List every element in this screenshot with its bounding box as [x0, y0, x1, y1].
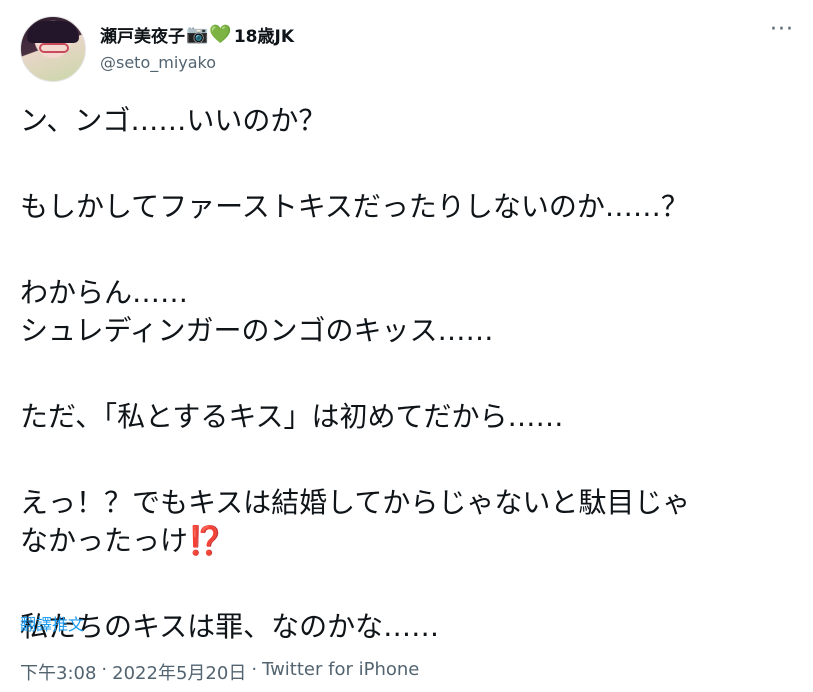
tweet-time[interactable]: 下午3:08: [20, 659, 96, 685]
author-display-name[interactable]: 瀬戸美夜子: [100, 22, 185, 47]
tweet-date[interactable]: 2022年5月20日: [112, 659, 246, 685]
tweet-source[interactable]: Twitter for iPhone: [262, 659, 419, 685]
tweet-line: なかったっけ⁉️: [20, 522, 790, 560]
tweet-meta: 下午3:08 · 2022年5月20日 · Twitter for iPhone: [20, 659, 419, 685]
translate-tweet-link[interactable]: 翻譯推文: [20, 611, 84, 635]
meta-separator: ·: [101, 659, 108, 680]
avatar-glasses: [39, 43, 69, 53]
tweet-line: ン、ンゴ……いいのか？: [20, 104, 327, 137]
author-badge-text: 18歳JK: [233, 27, 294, 47]
tweet-line: シュレディンガーのンゴのキッス……: [20, 314, 494, 347]
camera-icon: 📷: [186, 24, 209, 45]
tweet-line: もしかしてファーストキスだったりしないのか……？: [20, 190, 689, 223]
tweet-line-text: なかったっけ: [20, 524, 189, 557]
tweet-text: ン、ンゴ……いいのか？ もしかしてファーストキスだったりしないのか……？ わから…: [20, 102, 790, 646]
green-heart-icon: 💚: [209, 24, 232, 45]
more-horizontal-icon[interactable]: ···: [770, 19, 794, 41]
author-name-row[interactable]: 瀬戸美夜子 📷 💚 18歳JK: [100, 22, 294, 47]
author-handle[interactable]: @seto_miyako: [100, 53, 216, 72]
interrobang-icon: ⁉️: [188, 524, 223, 557]
meta-separator: ·: [251, 659, 258, 680]
tweet-line: えっ！？でもキスは結婚してからじゃないと駄目じゃ: [20, 486, 691, 519]
avatar-hair: [27, 21, 79, 43]
tweet-line: 私たちのキスは罪、なのかな……: [20, 610, 440, 643]
avatar[interactable]: [20, 16, 86, 82]
tweet-line: わからん……: [20, 276, 189, 309]
tweet-line: ただ、「私とするキス」は初めてだから……: [20, 400, 564, 433]
